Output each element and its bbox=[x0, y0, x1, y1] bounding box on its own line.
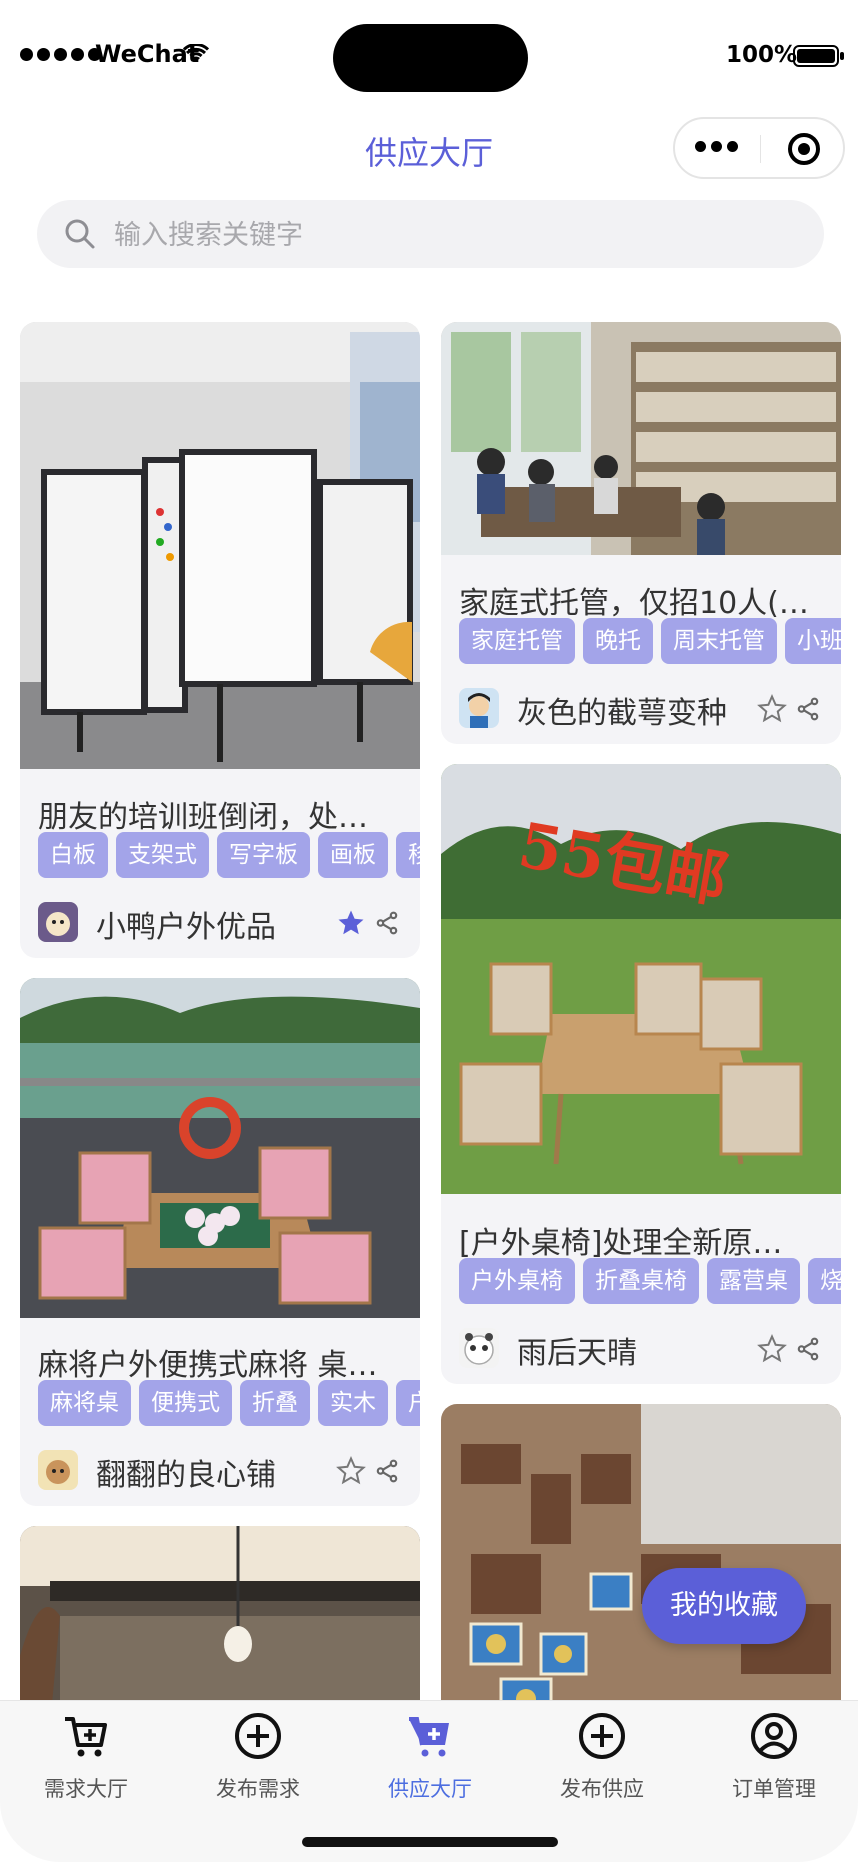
tag[interactable]: 便携式 bbox=[139, 1380, 232, 1426]
supply-card[interactable]: 家庭式托管，仅招10人(… 家庭托管 晚托 周末托管 小班 灰色的截萼变种 bbox=[441, 322, 841, 744]
phone-screen: WeChat 100% 供应大厅 输入搜索关键字 朋友的培训班倒闭，处… 白板 … bbox=[0, 0, 858, 1862]
cart-plus-icon bbox=[65, 1717, 107, 1757]
battery-icon bbox=[793, 45, 844, 67]
tab-post-supply[interactable]: 发布供应 bbox=[516, 1701, 688, 1811]
dynamic-island bbox=[333, 24, 528, 92]
share-icon[interactable] bbox=[795, 696, 821, 722]
seller-row: 翻翻的良心铺 bbox=[38, 1446, 404, 1494]
tag[interactable]: 家庭托管 bbox=[459, 618, 575, 664]
seller-name[interactable]: 雨后天晴 bbox=[517, 1328, 637, 1372]
seller-avatar[interactable] bbox=[38, 902, 78, 942]
tag-list: 家庭托管 晚托 周末托管 小班 bbox=[459, 618, 841, 664]
tab-label: 供应大厅 bbox=[388, 1777, 472, 1801]
tag[interactable]: 小班 bbox=[785, 618, 841, 664]
favorite-star-icon[interactable] bbox=[757, 694, 787, 724]
tutoring-photo bbox=[441, 322, 841, 555]
seller-row: 雨后天晴 bbox=[459, 1324, 825, 1372]
tag[interactable]: 写字板 bbox=[217, 832, 310, 878]
favorite-star-icon[interactable] bbox=[757, 1334, 787, 1364]
tag[interactable]: 户外桌椅 bbox=[459, 1258, 575, 1304]
seller-row: 小鸭户外优品 bbox=[38, 898, 404, 946]
signal-strength-icon bbox=[20, 48, 101, 61]
tag[interactable]: 折叠 bbox=[240, 1380, 310, 1426]
tag[interactable]: 烧 bbox=[808, 1258, 841, 1304]
tag-list: 户外桌椅 折叠桌椅 露营桌烧 bbox=[459, 1258, 841, 1304]
tag-list: 白板 支架式 写字板 画板移 bbox=[38, 832, 420, 878]
tab-label: 订单管理 bbox=[732, 1777, 816, 1801]
tag-list: 麻将桌 便携式 折叠 实木户 bbox=[38, 1380, 420, 1426]
miniprogram-capsule bbox=[673, 117, 845, 179]
supply-card[interactable] bbox=[441, 1404, 841, 1700]
search-icon bbox=[65, 219, 95, 249]
whiteboard-photo bbox=[20, 322, 420, 769]
tab-supply-hall[interactable]: 供应大厅 bbox=[344, 1701, 516, 1811]
wooden-crafts-photo bbox=[441, 1404, 841, 1700]
tag[interactable]: 画板 bbox=[318, 832, 388, 878]
tag[interactable]: 麻将桌 bbox=[38, 1380, 131, 1426]
seller-avatar[interactable] bbox=[38, 1450, 78, 1490]
seller-name[interactable]: 灰色的截萼变种 bbox=[517, 688, 727, 732]
user-circle-icon bbox=[751, 1713, 797, 1759]
supply-card[interactable]: 麻将户外便携式麻将 桌… 麻将桌 便携式 折叠 实木户 翻翻的良心铺 bbox=[20, 978, 420, 1506]
supply-card[interactable]: 55包邮 [户外桌椅]处理全新原… 户外桌椅 折叠桌椅 露营桌烧 雨后天晴 bbox=[441, 764, 841, 1384]
tag[interactable]: 晚托 bbox=[583, 618, 653, 664]
battery-percentage: 100% bbox=[726, 42, 798, 68]
tag[interactable]: 露营桌 bbox=[707, 1258, 800, 1304]
mahjong-table-photo bbox=[20, 978, 420, 1318]
plus-circle-icon bbox=[579, 1713, 625, 1759]
tab-label: 需求大厅 bbox=[44, 1777, 128, 1801]
search-bar[interactable] bbox=[37, 200, 824, 270]
favorite-star-icon[interactable] bbox=[336, 908, 366, 938]
card-title: 朋友的培训班倒闭，处… bbox=[38, 800, 368, 835]
plus-circle-icon bbox=[235, 1713, 281, 1759]
seller-name[interactable]: 翻翻的良心铺 bbox=[96, 1450, 276, 1494]
favorite-star-icon[interactable] bbox=[336, 1456, 366, 1486]
share-icon[interactable] bbox=[374, 910, 400, 936]
seller-name[interactable]: 小鸭户外优品 bbox=[96, 902, 276, 946]
interior-photo bbox=[20, 1526, 420, 1700]
card-title: 麻将户外便携式麻将 桌… bbox=[38, 1348, 378, 1383]
status-bar: WeChat 100% bbox=[0, 0, 858, 110]
tag[interactable]: 户 bbox=[396, 1380, 420, 1426]
home-indicator bbox=[302, 1837, 558, 1847]
my-favorites-button[interactable]: 我的收藏 bbox=[642, 1568, 806, 1644]
share-icon[interactable] bbox=[795, 1336, 821, 1362]
tag[interactable]: 实木 bbox=[318, 1380, 388, 1426]
supply-card[interactable]: 朋友的培训班倒闭，处… 白板 支架式 写字板 画板移 小鸭户外优品 bbox=[20, 322, 420, 958]
wifi-icon bbox=[183, 44, 209, 62]
supply-card[interactable] bbox=[20, 1526, 420, 1700]
tag[interactable]: 周末托管 bbox=[661, 618, 777, 664]
cart-plus-icon bbox=[409, 1717, 449, 1757]
tag[interactable]: 移 bbox=[396, 832, 420, 878]
more-icon[interactable] bbox=[695, 141, 738, 152]
tag[interactable]: 支架式 bbox=[116, 832, 209, 878]
seller-avatar[interactable] bbox=[459, 1328, 499, 1368]
tab-order-management[interactable]: 订单管理 bbox=[688, 1701, 858, 1811]
supply-feed[interactable]: 朋友的培训班倒闭，处… 白板 支架式 写字板 画板移 小鸭户外优品 家庭式托管，… bbox=[0, 320, 858, 1700]
tag[interactable]: 折叠桌椅 bbox=[583, 1258, 699, 1304]
tag[interactable]: 白板 bbox=[38, 832, 108, 878]
card-title: [户外桌椅]处理全新原… bbox=[459, 1226, 783, 1261]
tab-label: 发布供应 bbox=[560, 1777, 644, 1801]
capsule-divider bbox=[760, 135, 761, 163]
search-input[interactable] bbox=[112, 200, 806, 270]
seller-avatar[interactable] bbox=[459, 688, 499, 728]
tab-post-demand[interactable]: 发布需求 bbox=[172, 1701, 344, 1811]
share-icon[interactable] bbox=[374, 1458, 400, 1484]
seller-row: 灰色的截萼变种 bbox=[459, 684, 825, 732]
close-target-icon[interactable] bbox=[787, 132, 821, 166]
card-title: 家庭式托管，仅招10人(… bbox=[459, 586, 809, 621]
tab-demand-hall[interactable]: 需求大厅 bbox=[0, 1701, 172, 1811]
tab-label: 发布需求 bbox=[216, 1777, 300, 1801]
